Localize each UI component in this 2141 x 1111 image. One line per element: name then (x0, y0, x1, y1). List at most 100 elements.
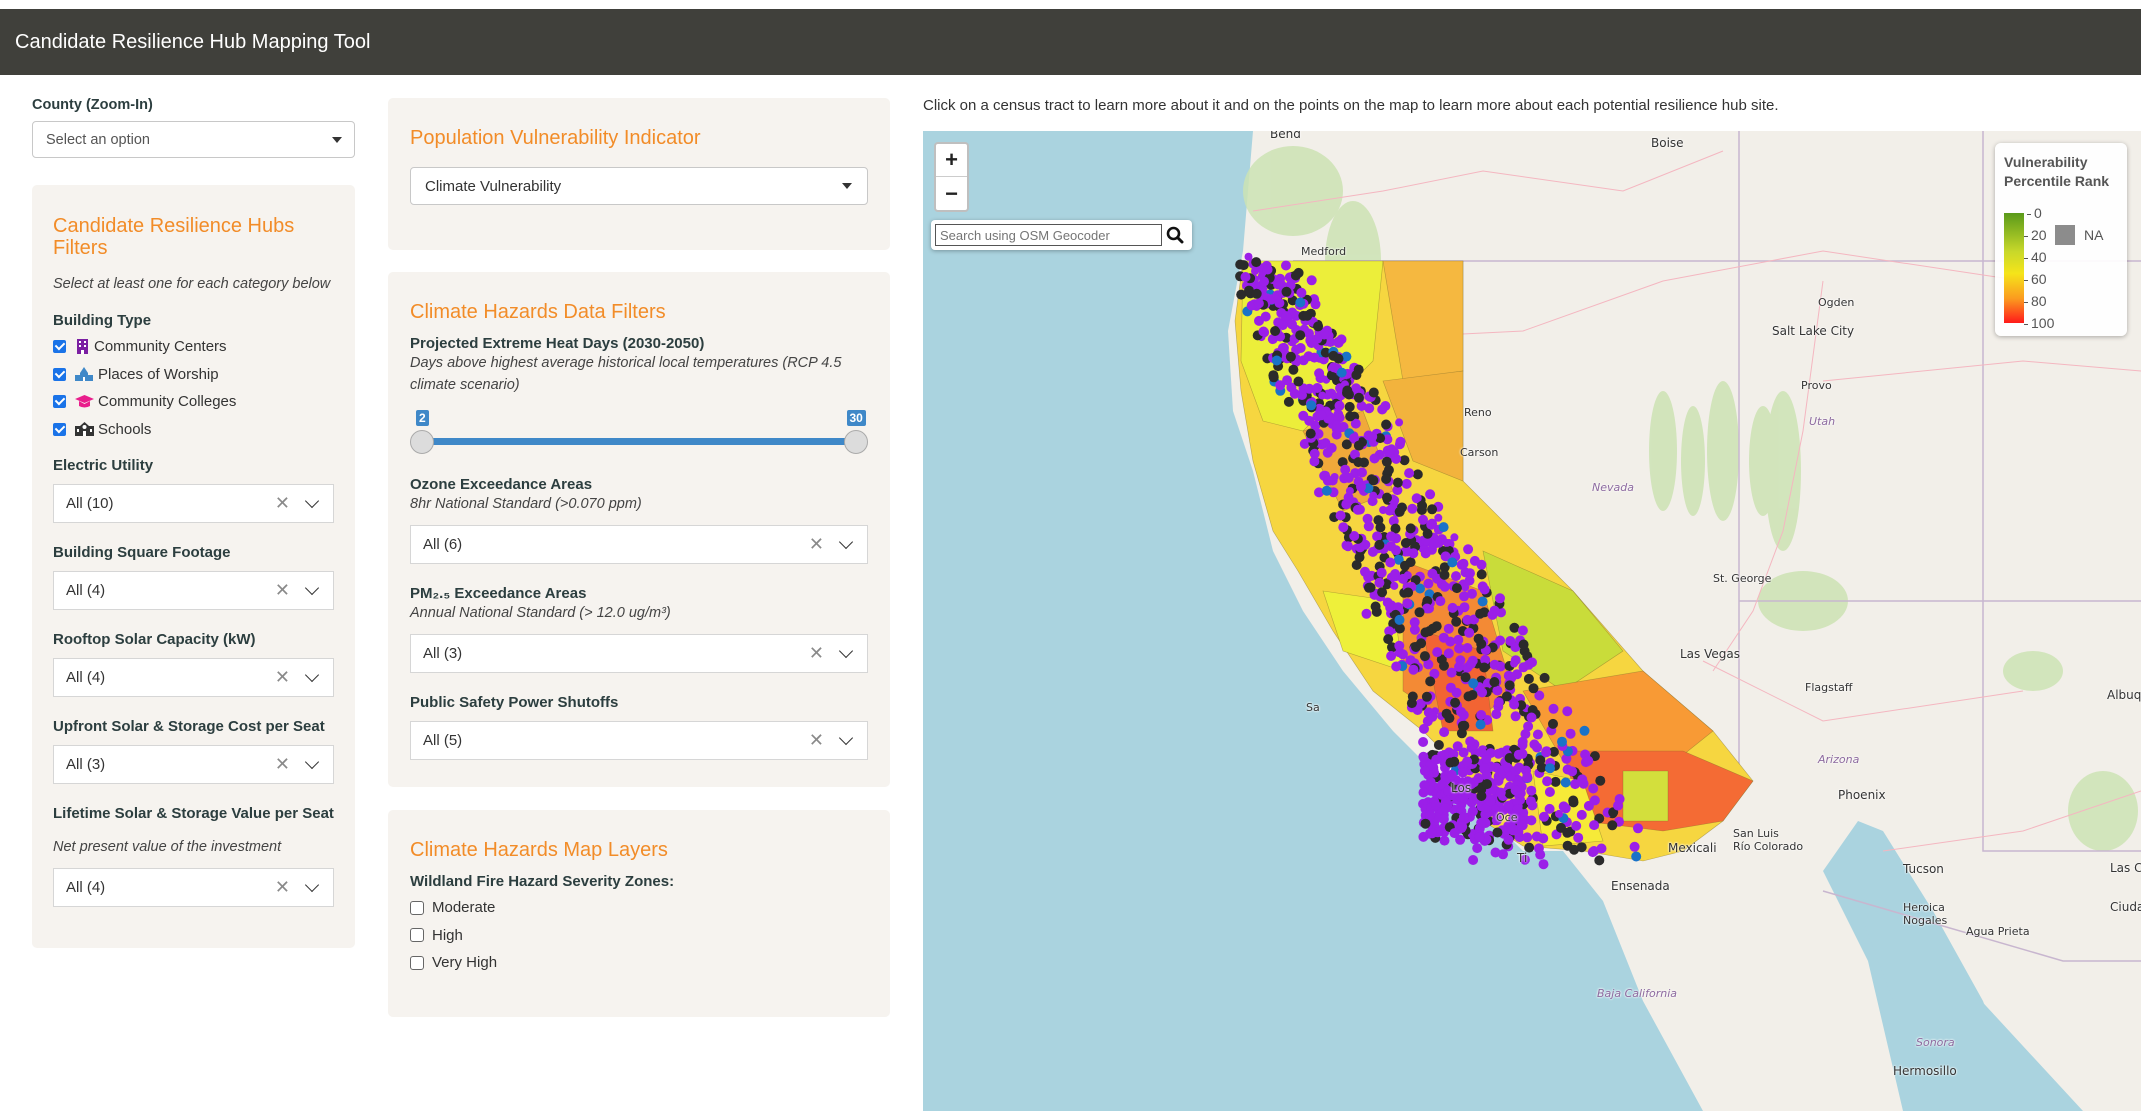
hub-point[interactable] (1283, 396, 1294, 407)
hub-point[interactable] (1513, 749, 1524, 760)
fire-zone-moderate[interactable]: Moderate (410, 894, 868, 922)
hub-point[interactable] (1439, 660, 1449, 671)
hub-point[interactable] (1310, 299, 1321, 310)
hub-point[interactable] (1465, 736, 1476, 747)
chevron-down-icon[interactable] (304, 754, 320, 769)
hub-point[interactable] (1374, 577, 1385, 588)
hub-point[interactable] (1456, 706, 1467, 717)
heat-days-slider[interactable]: 2 30 (410, 410, 868, 454)
hub-point[interactable] (1453, 634, 1464, 645)
hub-point[interactable] (1439, 569, 1450, 580)
hub-point[interactable] (1381, 474, 1392, 484)
hub-point[interactable] (1477, 596, 1488, 607)
hub-point[interactable] (1335, 510, 1346, 521)
hub-point[interactable] (1458, 747, 1469, 758)
fire-zone-high[interactable]: High (410, 922, 868, 950)
hub-point[interactable] (1438, 522, 1449, 533)
hub-point[interactable] (1391, 453, 1402, 464)
hub-point[interactable] (1578, 778, 1589, 789)
hub-point[interactable] (1459, 602, 1470, 613)
hub-point[interactable] (1368, 475, 1379, 486)
hub-point[interactable] (1457, 821, 1468, 832)
hub-point[interactable] (1532, 729, 1543, 740)
hub-point[interactable] (1322, 447, 1333, 458)
checkbox[interactable] (410, 955, 424, 970)
hub-point[interactable] (1532, 742, 1543, 753)
hub-point[interactable] (1425, 676, 1436, 687)
hub-point[interactable] (1475, 608, 1486, 619)
hub-point[interactable] (1516, 818, 1527, 829)
hub-point[interactable] (1548, 718, 1558, 729)
hub-point[interactable] (1309, 448, 1320, 459)
hub-point[interactable] (1493, 697, 1504, 708)
hub-point[interactable] (1544, 787, 1555, 797)
hub-point[interactable] (1477, 687, 1488, 698)
hub-point[interactable] (1365, 582, 1376, 593)
hub-point[interactable] (1431, 621, 1442, 632)
hub-point[interactable] (1518, 639, 1529, 650)
hub-point[interactable] (1607, 820, 1618, 831)
hub-point[interactable] (1522, 832, 1533, 843)
rooftop-solar-select[interactable]: All (4) ✕ (53, 658, 334, 697)
hub-point[interactable] (1423, 578, 1434, 589)
hub-point[interactable] (1376, 567, 1387, 578)
hub-point[interactable] (1432, 647, 1443, 658)
hub-point[interactable] (1433, 740, 1444, 750)
hub-point[interactable] (1382, 492, 1392, 503)
hub-point[interactable] (1528, 683, 1539, 694)
hub-point[interactable] (1446, 769, 1457, 780)
hub-point[interactable] (1481, 770, 1492, 781)
hub-point[interactable] (1320, 438, 1331, 449)
hub-point[interactable] (1439, 835, 1450, 846)
hub-point[interactable] (1507, 825, 1518, 836)
hub-point[interactable] (1457, 767, 1468, 778)
hub-point[interactable] (1321, 485, 1332, 496)
hub-point[interactable] (1431, 754, 1442, 765)
hub-point[interactable] (1258, 326, 1269, 337)
hub-point[interactable] (1535, 849, 1546, 860)
hub-point[interactable] (1425, 489, 1436, 500)
hub-point[interactable] (1464, 627, 1475, 638)
hub-point[interactable] (1492, 827, 1503, 838)
slider-handle-low[interactable] (410, 430, 434, 454)
hub-point[interactable] (1504, 753, 1515, 763)
hub-point[interactable] (1322, 475, 1333, 486)
hub-point[interactable] (1386, 541, 1396, 552)
clear-icon[interactable]: ✕ (809, 643, 824, 664)
hub-point[interactable] (1445, 757, 1456, 768)
electric-utility-select[interactable]: All (10) ✕ (53, 484, 334, 523)
hub-point[interactable] (1414, 607, 1425, 618)
hub-point[interactable] (1517, 736, 1528, 747)
hub-point[interactable] (1362, 513, 1373, 524)
hub-point[interactable] (1545, 763, 1555, 774)
vulnerability-select[interactable]: Climate Vulnerability (410, 167, 868, 205)
hub-point[interactable] (1361, 608, 1372, 619)
hub-point[interactable] (1281, 311, 1292, 322)
hub-point[interactable] (1491, 709, 1502, 720)
hub-point[interactable] (1509, 699, 1520, 710)
county-select[interactable]: Select an option (32, 121, 355, 158)
hub-point[interactable] (1594, 855, 1605, 866)
hub-point[interactable] (1562, 827, 1573, 838)
hub-point[interactable] (1427, 828, 1438, 839)
hub-point[interactable] (1447, 602, 1458, 613)
chevron-down-icon[interactable] (838, 534, 854, 549)
hub-point[interactable] (1492, 685, 1503, 696)
hub-point[interactable] (1293, 376, 1304, 387)
hub-point[interactable] (1476, 710, 1487, 720)
hub-point[interactable] (1296, 287, 1307, 298)
upfront-cost-select[interactable]: All (3) ✕ (53, 745, 334, 784)
hub-point[interactable] (1331, 424, 1342, 435)
hub-point[interactable] (1345, 487, 1354, 495)
hub-point[interactable] (1253, 298, 1264, 309)
hub-point[interactable] (1439, 581, 1450, 592)
hub-point[interactable] (1368, 387, 1379, 398)
hub-point[interactable] (1476, 791, 1487, 801)
hub-point[interactable] (1472, 843, 1483, 854)
hub-point[interactable] (1407, 691, 1418, 702)
hub-point[interactable] (1439, 727, 1450, 738)
hub-point[interactable] (1354, 552, 1365, 563)
hub-point[interactable] (1390, 581, 1399, 590)
hub-point[interactable] (1493, 775, 1504, 786)
hub-point[interactable] (1571, 820, 1582, 831)
